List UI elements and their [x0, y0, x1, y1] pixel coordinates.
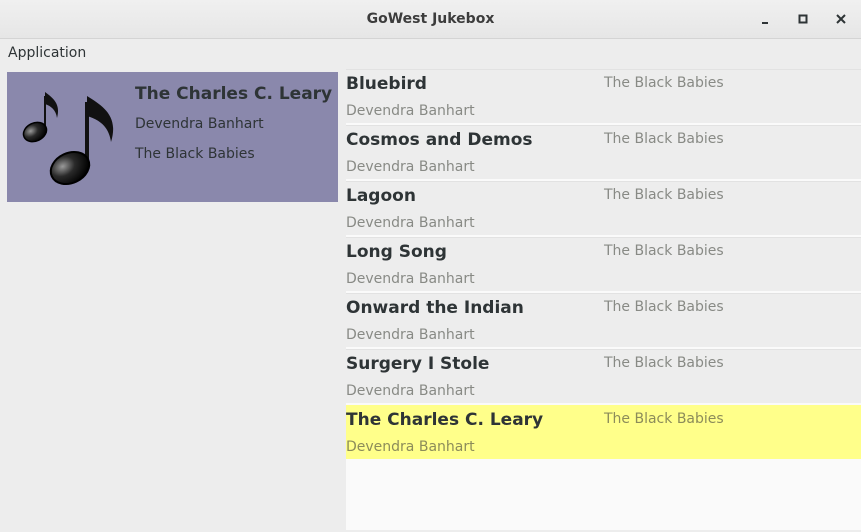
- close-icon: [836, 14, 846, 24]
- menu-application[interactable]: Application: [8, 45, 86, 61]
- minimize-button[interactable]: [755, 9, 775, 29]
- playlist-row[interactable]: Bluebird The Black Babies Devendra Banha…: [346, 69, 861, 123]
- playlist[interactable]: Bluebird The Black Babies Devendra Banha…: [346, 69, 861, 530]
- song-title: Onward the Indian: [346, 298, 524, 318]
- playlist-row[interactable]: Long Song The Black Babies Devendra Banh…: [346, 237, 861, 291]
- window-title: GoWest Jukebox: [366, 11, 495, 27]
- music-notes-icon: [22, 92, 114, 186]
- song-album: The Black Babies: [604, 299, 724, 315]
- song-artist: Devendra Banhart: [346, 439, 475, 455]
- song-album: The Black Babies: [604, 355, 724, 371]
- song-artist: Devendra Banhart: [346, 271, 475, 287]
- app-window: GoWest Jukebox Application The Charles C…: [0, 0, 861, 532]
- song-title: The Charles C. Leary: [346, 410, 544, 430]
- maximize-button[interactable]: [793, 9, 813, 29]
- song-artist: Devendra Banhart: [346, 159, 475, 175]
- now-playing-album: The Black Babies: [135, 146, 255, 162]
- now-playing-panel: The Charles C. Leary Devendra Banhart Th…: [7, 72, 338, 202]
- album-art: [15, 80, 130, 195]
- song-title: Long Song: [346, 242, 447, 262]
- now-playing-title: The Charles C. Leary: [135, 84, 333, 104]
- song-album: The Black Babies: [604, 411, 724, 427]
- song-title: Lagoon: [346, 186, 416, 206]
- playlist-row[interactable]: Lagoon The Black Babies Devendra Banhart: [346, 181, 861, 235]
- playlist-row[interactable]: Onward the Indian The Black Babies Deven…: [346, 293, 861, 347]
- close-button[interactable]: [831, 9, 851, 29]
- song-title: Cosmos and Demos: [346, 130, 533, 150]
- now-playing-artist: Devendra Banhart: [135, 116, 264, 132]
- song-title: Bluebird: [346, 74, 427, 94]
- maximize-icon: [798, 14, 808, 24]
- song-album: The Black Babies: [604, 75, 724, 91]
- song-album: The Black Babies: [604, 243, 724, 259]
- minimize-icon: [762, 22, 768, 24]
- playlist-row[interactable]: Cosmos and Demos The Black Babies Devend…: [346, 125, 861, 179]
- song-title: Surgery I Stole: [346, 354, 490, 374]
- menu-bar: Application: [0, 39, 861, 67]
- song-artist: Devendra Banhart: [346, 103, 475, 119]
- song-artist: Devendra Banhart: [346, 215, 475, 231]
- playlist-row-selected[interactable]: The Charles C. Leary The Black Babies De…: [346, 405, 861, 459]
- song-album: The Black Babies: [604, 131, 724, 147]
- song-artist: Devendra Banhart: [346, 327, 475, 343]
- song-artist: Devendra Banhart: [346, 383, 475, 399]
- song-album: The Black Babies: [604, 187, 724, 203]
- playlist-row[interactable]: Surgery I Stole The Black Babies Devendr…: [346, 349, 861, 403]
- title-bar[interactable]: GoWest Jukebox: [0, 0, 861, 39]
